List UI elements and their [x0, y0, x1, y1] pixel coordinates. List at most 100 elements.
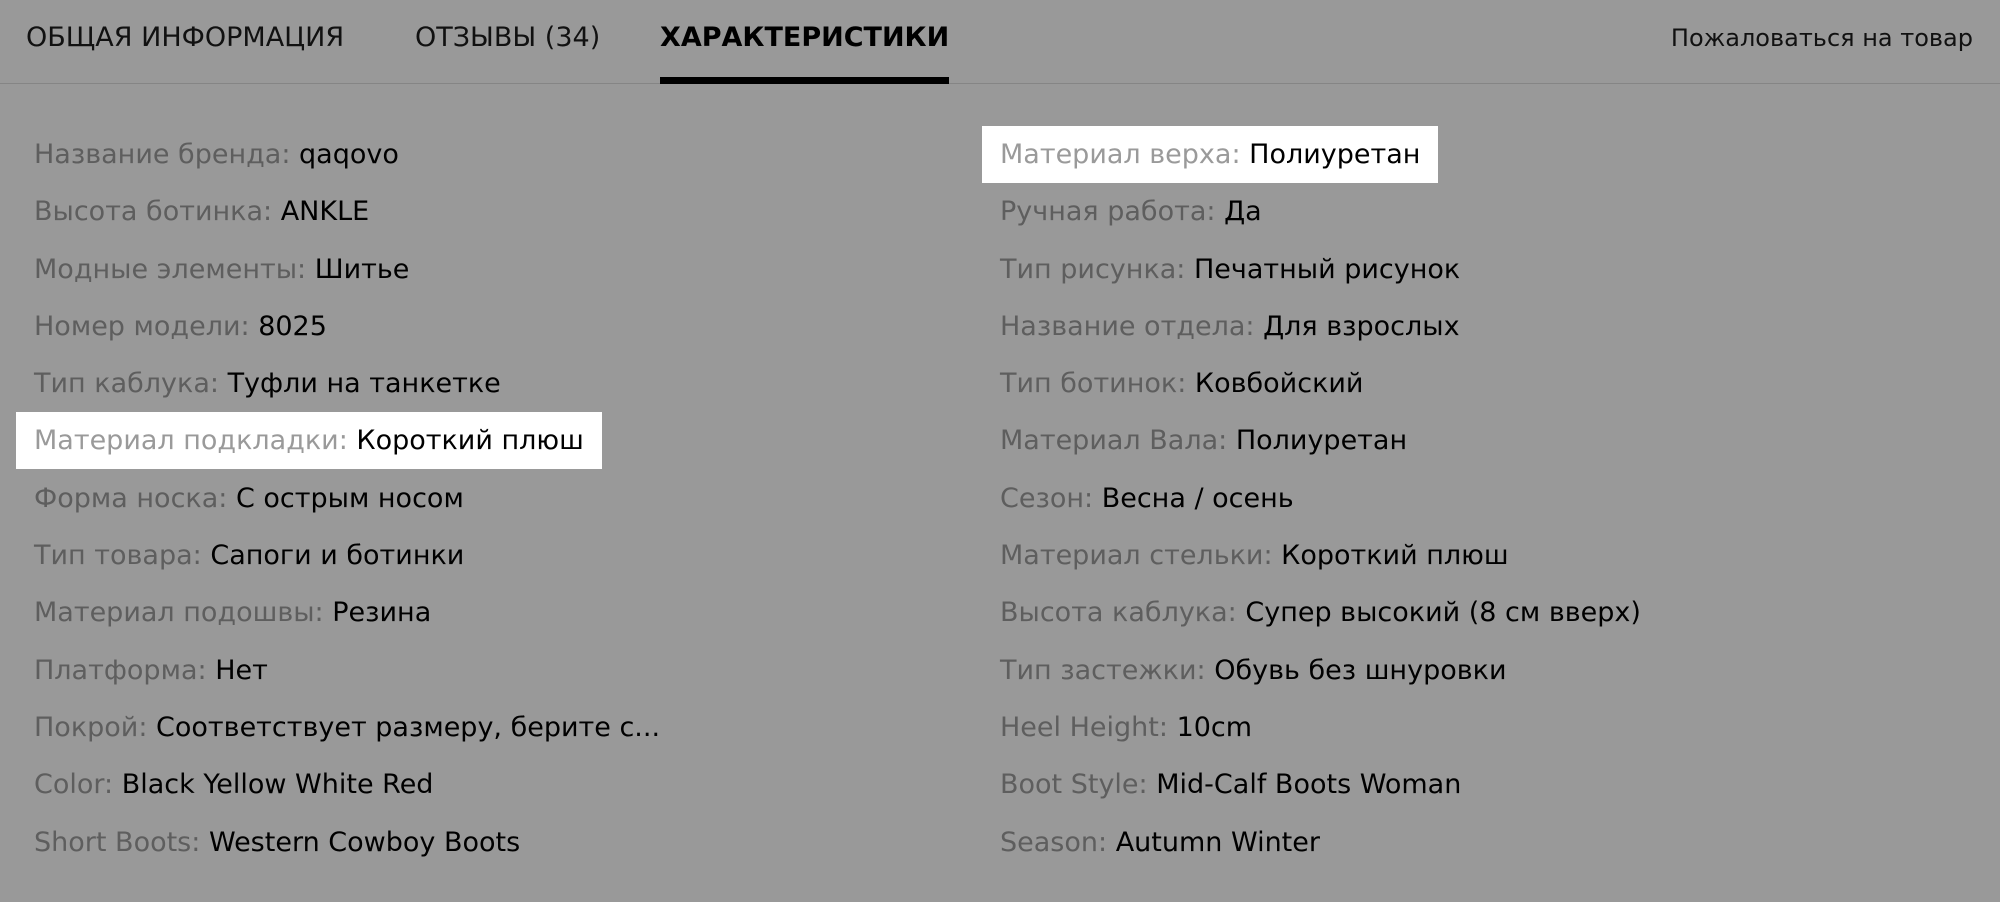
spec-value: Для взрослых	[1263, 310, 1460, 342]
spec-label: Boot Style:	[1000, 769, 1148, 801]
spec-label: Форма носка:	[34, 482, 228, 514]
spec-value: Соответствует размеру, берите с...	[156, 711, 661, 743]
spec-value: Western Cowboy Boots	[208, 826, 521, 858]
spec-pair: Материал стельки: Короткий плюш	[982, 527, 1527, 584]
spec-value: Короткий плюш	[1281, 540, 1509, 572]
spec-row: Тип каблука: Туфли на танкетке	[16, 361, 716, 418]
tab-bar: ОБЩАЯ ИНФОРМАЦИЯ ОТЗЫВЫ (34) ХАРАКТЕРИСТ…	[0, 0, 2000, 84]
spec-row: Тип рисунка: Печатный рисунок	[982, 247, 1982, 304]
spec-row: Heel Height: 10cm	[982, 705, 1982, 762]
spec-row: Boot Style: Mid-Calf Boots Woman	[982, 762, 1982, 819]
spec-row: Season: Autumn Winter	[982, 820, 1982, 877]
spec-label: Материал подошвы:	[34, 597, 324, 629]
spec-pair: Сезон: Весна / осень	[982, 470, 1312, 527]
spec-value: С острым носом	[235, 482, 464, 514]
spec-row: Высота ботинка: ANKLE	[16, 189, 716, 246]
spec-label: Высота ботинка:	[34, 196, 273, 228]
spec-value: Обувь без шнуровки	[1214, 654, 1507, 686]
spec-pair: Название отдела: Для взрослых	[982, 298, 1478, 355]
spec-pair: Материал Вала: Полиуретан	[982, 412, 1425, 469]
spec-label: Покрой:	[34, 711, 148, 743]
tab-reviews[interactable]: ОТЗЫВЫ (34)	[415, 22, 600, 83]
spec-pair: Тип ботинок: Ковбойский	[982, 355, 1381, 412]
spec-pair: Высота каблука: Супер высокий (8 см ввер…	[982, 584, 1659, 641]
spec-pair: Color: Black Yellow White Red	[16, 756, 451, 813]
spec-label: Short Boots:	[34, 826, 201, 858]
spec-row: Ручная работа: Да	[982, 189, 1982, 246]
spec-pair: Тип каблука: Туфли на танкетке	[16, 355, 519, 412]
spec-pair: Season: Autumn Winter	[982, 814, 1338, 871]
spec-label: Материал верха:	[1000, 139, 1241, 170]
spec-label: Модные элементы:	[34, 253, 307, 285]
spec-value: Полиуретан	[1249, 139, 1421, 170]
spec-value: Ковбойский	[1194, 368, 1364, 400]
spec-label: Высота каблука:	[1000, 597, 1237, 629]
spec-value: Autumn Winter	[1115, 826, 1320, 858]
spec-label: Платформа:	[34, 654, 207, 686]
spec-pair: Ручная работа: Да	[982, 183, 1280, 240]
spec-row: Модные элементы: Шитье	[16, 247, 716, 304]
spec-label: Название бренда:	[34, 139, 291, 170]
spec-label: Материал стельки:	[1000, 540, 1273, 572]
spec-label: Сезон:	[1000, 482, 1094, 514]
spec-value: 8025	[258, 310, 327, 342]
spec-value: qaqovo	[299, 139, 399, 170]
spec-value: Mid-Calf Boots Woman	[1156, 769, 1462, 801]
spec-row: Тип застежки: Обувь без шнуровки	[982, 648, 1982, 705]
spec-pair: Покрой: Соответствует размеру, берите с.…	[16, 699, 678, 756]
spec-row: Материал верха: Полиуретан	[982, 126, 1982, 189]
spec-pair: Высота ботинка: ANKLE	[16, 183, 387, 240]
spec-value: Шитье	[314, 253, 410, 285]
spec-value: Печатный рисунок	[1193, 253, 1461, 285]
spec-pair: Материал подошвы: Резина	[16, 584, 449, 641]
spec-row: Номер модели: 8025	[16, 304, 716, 361]
spec-row: Платформа: Нет	[16, 648, 716, 705]
spec-value: Да	[1224, 196, 1262, 228]
spec-highlight: Материал подкладки: Короткий плюш	[16, 412, 602, 470]
spec-row: Short Boots: Western Cowboy Boots	[16, 820, 716, 877]
tab-general-info[interactable]: ОБЩАЯ ИНФОРМАЦИЯ	[26, 22, 344, 83]
spec-highlight: Материал верха: Полиуретан	[982, 126, 1439, 183]
spec-pair: Heel Height: 10cm	[982, 699, 1270, 756]
specs-right-column: Материал верха: Полиуретан Ручная работа:…	[982, 126, 1982, 877]
spec-label: Heel Height:	[1000, 711, 1168, 743]
spec-label: Материал Вала:	[1000, 425, 1228, 457]
spec-value: ANKLE	[280, 196, 370, 228]
spec-row: Форма носка: С острым носом	[16, 476, 716, 533]
spec-row: Color: Black Yellow White Red	[16, 762, 716, 819]
spec-label: Название отдела:	[1000, 310, 1255, 342]
tab-specifications[interactable]: ХАРАКТЕРИСТИКИ	[660, 22, 950, 84]
spec-label: Тип каблука:	[34, 368, 219, 400]
spec-row: Материал стельки: Короткий плюш	[982, 533, 1982, 590]
spec-value: Сапоги и ботинки	[210, 540, 465, 572]
spec-label: Тип рисунка:	[1000, 253, 1186, 285]
spec-pair: Тип товара: Сапоги и ботинки	[16, 527, 482, 584]
spec-row: Тип товара: Сапоги и ботинки	[16, 533, 716, 590]
spec-label: Ручная работа:	[1000, 196, 1216, 228]
spec-value: Нет	[215, 654, 268, 686]
spec-value: Резина	[332, 597, 432, 629]
spec-pair: Модные элементы: Шитье	[16, 241, 427, 298]
spec-pair: Номер модели: 8025	[16, 298, 345, 355]
spec-label: Материал подкладки:	[34, 425, 348, 457]
spec-value: Весна / осень	[1101, 482, 1294, 514]
spec-label: Тип товара:	[34, 540, 202, 572]
spec-pair: Short Boots: Western Cowboy Boots	[16, 814, 538, 871]
spec-pair: Тип застежки: Обувь без шнуровки	[982, 642, 1525, 699]
spec-row: Материал подкладки: Короткий плюш	[16, 412, 716, 475]
spec-pair: Boot Style: Mid-Calf Boots Woman	[982, 756, 1479, 813]
spec-value: Полиуретан	[1235, 425, 1408, 457]
spec-value: Black Yellow White Red	[121, 769, 434, 801]
spec-value: Туфли на танкетке	[227, 368, 501, 400]
spec-label: Season:	[1000, 826, 1108, 858]
specs-left-column: Название бренда: qaqovo Высота ботинка: A…	[16, 132, 716, 877]
spec-row: Тип ботинок: Ковбойский	[982, 361, 1982, 418]
spec-pair: Тип рисунка: Печатный рисунок	[982, 241, 1478, 298]
spec-row: Высота каблука: Супер высокий (8 см ввер…	[982, 590, 1982, 647]
spec-row: Материал Вала: Полиуретан	[982, 418, 1982, 475]
spec-row: Покрой: Соответствует размеру, берите с.…	[16, 705, 716, 762]
spec-value: Короткий плюш	[356, 425, 584, 457]
report-product-link[interactable]: Пожаловаться на товар	[1671, 24, 1973, 52]
spec-pair: Форма носка: С острым носом	[16, 470, 482, 527]
spec-value: Супер высокий (8 см вверх)	[1245, 597, 1641, 629]
